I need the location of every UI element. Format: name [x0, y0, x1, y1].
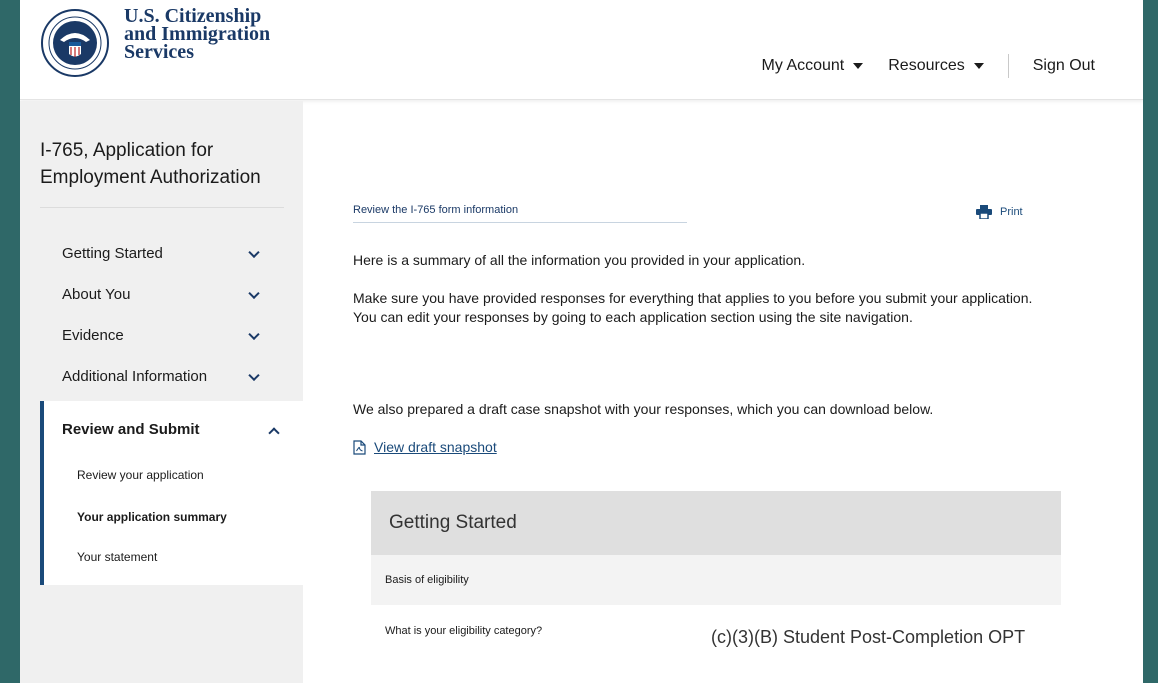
sidebar-divider — [40, 207, 284, 208]
my-account-label: My Account — [761, 57, 845, 74]
form-title: I-765, Application for Employment Author… — [40, 140, 261, 188]
view-draft-snapshot-link[interactable]: View draft snapshot — [353, 439, 497, 455]
chevron-down-icon — [248, 287, 260, 299]
print-label: Print — [1000, 206, 1023, 218]
sign-out-label: Sign Out — [1032, 57, 1095, 74]
pdf-file-icon — [353, 439, 366, 455]
subsection-header: Basis of eligibility — [371, 555, 1061, 605]
sidebar-item-additional-information[interactable]: Additional Information — [20, 356, 303, 397]
chevron-down-icon — [248, 246, 260, 258]
sign-out-link[interactable]: Sign Out — [1033, 57, 1095, 75]
top-navigation: My Account Resources Sign Out — [762, 54, 1095, 78]
my-account-menu[interactable]: My Account — [762, 57, 864, 75]
sidebar-nav: Getting Started About You Evidence Addit… — [20, 233, 303, 397]
browser-viewport: U.S. Citizenship and Immigration Service… — [20, 0, 1143, 683]
chevron-up-icon[interactable] — [268, 427, 280, 439]
main-content: Review the I-765 form information Print … — [350, 101, 1110, 683]
make-sure-text: Make sure you have provided responses fo… — [353, 290, 1033, 325]
sidebar-subitem-your-statement[interactable]: Your statement — [77, 550, 157, 564]
view-draft-snapshot-label: View draft snapshot — [374, 439, 497, 455]
sidebar-item-label: Additional Information — [62, 368, 208, 385]
section-header-getting-started: Getting Started — [371, 491, 1061, 555]
question-label: What is your eligibility category? — [385, 625, 543, 637]
caret-down-icon — [973, 63, 984, 69]
sidebar-item-evidence[interactable]: Evidence — [20, 315, 303, 356]
caret-down-icon — [853, 63, 864, 69]
sidebar-section-review-and-submit: Review and Submit Review your applicatio… — [40, 401, 303, 585]
section-title: Getting Started — [389, 512, 517, 533]
sidebar-item-label: Evidence — [62, 327, 124, 344]
chevron-down-icon — [248, 328, 260, 340]
review-and-submit-toggle[interactable]: Review and Submit — [62, 421, 200, 438]
sidebar-item-getting-started[interactable]: Getting Started — [20, 233, 303, 274]
sidebar-item-label: Getting Started — [62, 245, 163, 262]
sidebar: I-765, Application for Employment Author… — [20, 101, 303, 683]
nav-divider — [1007, 54, 1009, 78]
site-header: U.S. Citizenship and Immigration Service… — [20, 0, 1143, 100]
printer-icon — [976, 205, 992, 219]
print-button[interactable]: Print — [976, 205, 1023, 219]
draft-note-text: We also prepared a draft case snapshot w… — [353, 401, 934, 417]
resources-label: Resources — [888, 57, 965, 74]
logo-line-3: Services — [124, 41, 194, 63]
sidebar-item-label: About You — [62, 286, 131, 303]
subsection-label: Basis of eligibility — [385, 574, 469, 586]
sidebar-subitem-application-summary[interactable]: Your application summary — [77, 510, 227, 524]
agency-wordmark[interactable]: U.S. Citizenship and Immigration Service… — [124, 6, 270, 63]
sidebar-item-about-you[interactable]: About You — [20, 274, 303, 315]
dhs-seal-icon[interactable] — [40, 8, 110, 78]
answer-value: (c)(3)(B) Student Post-Completion OPT — [711, 627, 1026, 647]
chevron-down-icon — [248, 369, 260, 381]
resources-menu[interactable]: Resources — [888, 57, 984, 75]
sidebar-subitem-review-application[interactable]: Review your application — [77, 468, 204, 482]
summary-intro-text: Here is a summary of all the information… — [353, 252, 806, 268]
review-form-link[interactable]: Review the I-765 form information — [353, 204, 687, 223]
